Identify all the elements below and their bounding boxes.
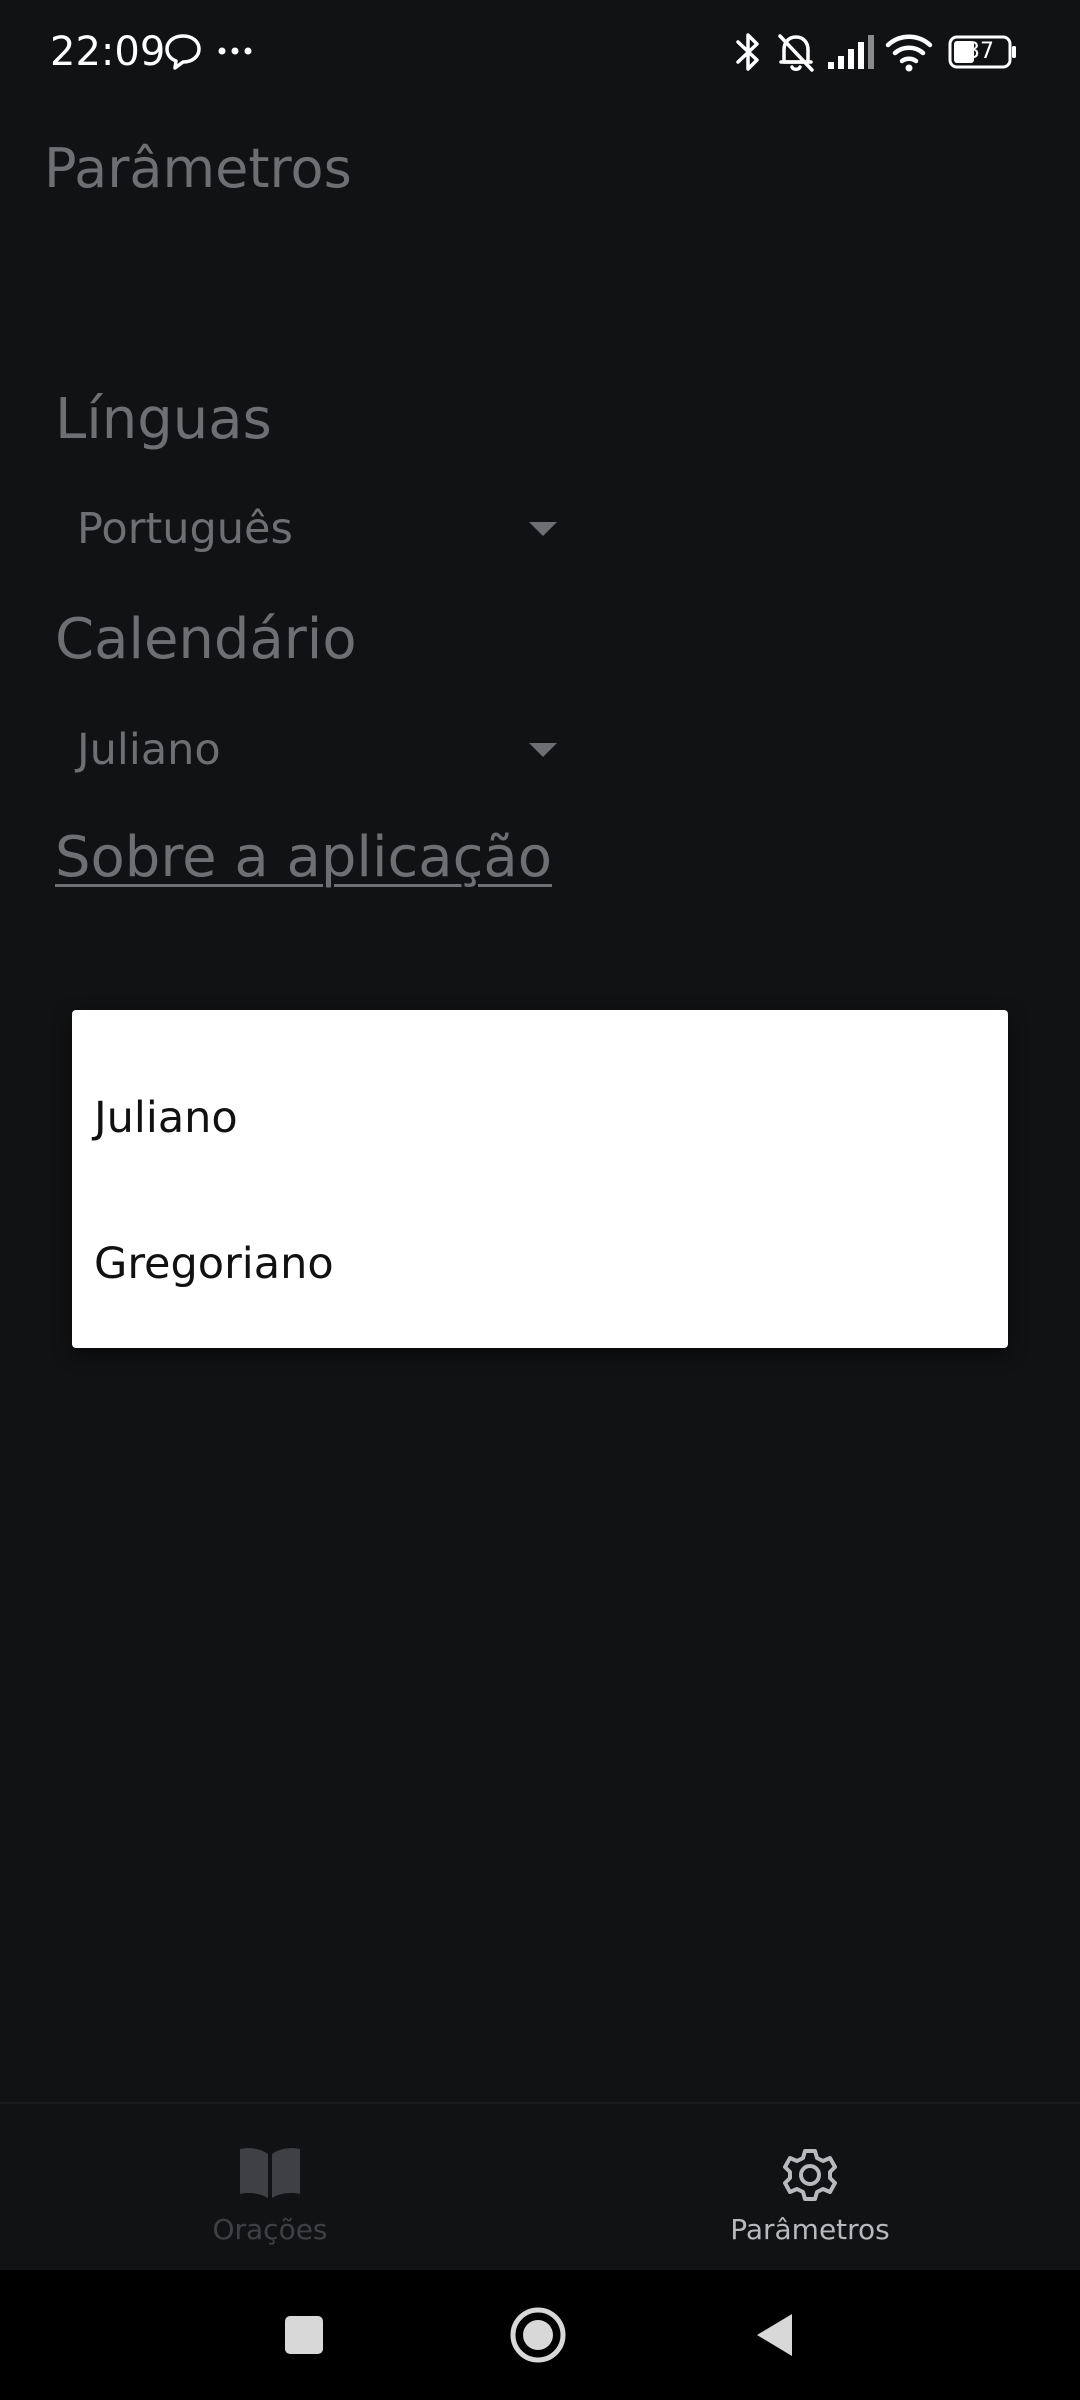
- nav-item-oracoes[interactable]: Orações: [0, 2104, 540, 2270]
- battery-level: 37: [966, 39, 994, 64]
- app-bar: Parâmetros: [0, 104, 1080, 234]
- gear-icon: [779, 2144, 841, 2206]
- nav-label-parametros: Parâmetros: [730, 2213, 890, 2246]
- bottom-navigation: Orações Parâmetros: [0, 2102, 1080, 2270]
- status-time: 22:09: [50, 29, 166, 75]
- recents-square-icon: [285, 2316, 323, 2354]
- chat-bubble-icon: [164, 32, 202, 72]
- dropdown-option-juliano[interactable]: Juliano: [72, 1048, 1008, 1188]
- back-triangle-icon: [757, 2314, 792, 2356]
- book-icon: [237, 2144, 303, 2200]
- dropdown-option-gregoriano[interactable]: Gregoriano: [72, 1194, 1008, 1334]
- languages-heading: Línguas: [55, 387, 272, 452]
- calendar-dropdown-menu: Juliano Gregoriano: [72, 1010, 1008, 1348]
- app-screen: 22:09 37 Parâmetros Línguas Português Ca…: [0, 0, 1080, 2400]
- nav-item-parametros[interactable]: Parâmetros: [540, 2104, 1080, 2270]
- calendar-select-value: Juliano: [77, 725, 221, 775]
- home-button[interactable]: [458, 2270, 618, 2400]
- nav-label-oracoes: Orações: [212, 2213, 328, 2246]
- system-navigation-bar: [0, 2270, 1080, 2400]
- dropdown-arrow-icon: [529, 522, 557, 536]
- back-button[interactable]: [694, 2270, 854, 2400]
- bell-off-icon: [776, 30, 816, 74]
- dropdown-option-label: Juliano: [94, 1093, 238, 1143]
- language-select[interactable]: Português: [55, 488, 565, 572]
- dropdown-option-label: Gregoriano: [94, 1239, 334, 1289]
- recents-button[interactable]: [224, 2270, 384, 2400]
- page-title: Parâmetros: [44, 137, 352, 200]
- more-dots-icon: [218, 46, 252, 56]
- status-bar: 22:09 37: [0, 0, 1080, 104]
- dropdown-arrow-icon: [529, 743, 557, 757]
- wifi-icon: [885, 32, 933, 72]
- language-select-value: Português: [77, 504, 293, 554]
- calendar-heading: Calendário: [55, 607, 357, 672]
- about-app-link[interactable]: Sobre a aplicação: [55, 822, 552, 894]
- home-circle-icon: [510, 2307, 566, 2363]
- cellular-signal-icon: [826, 34, 876, 70]
- bluetooth-icon: [733, 30, 763, 74]
- calendar-select[interactable]: Juliano: [55, 709, 565, 793]
